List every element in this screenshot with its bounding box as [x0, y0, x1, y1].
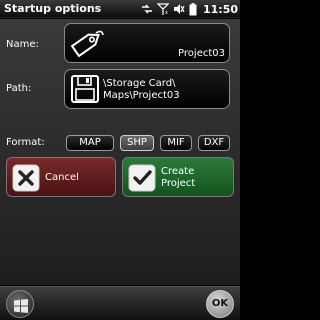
windows-start-icon	[14, 298, 28, 317]
title-bar: Startup options x 11:50	[0, 0, 240, 18]
path-label: Path:	[6, 83, 32, 94]
project-name-value: Project03	[178, 48, 225, 59]
create-label-line-1: Create	[161, 166, 195, 177]
format-option-shp[interactable]: SHP	[120, 135, 154, 151]
path-line-1: \Storage Card\	[103, 78, 176, 89]
name-label: Name:	[6, 39, 39, 50]
windows-start-button[interactable]	[6, 290, 34, 318]
volume-icon	[173, 3, 185, 15]
bottom-bar: OK	[0, 286, 240, 320]
ok-button[interactable]: OK	[206, 290, 234, 318]
path-button[interactable]: \Storage Card\ Maps\Project03	[64, 69, 230, 109]
close-icon	[11, 163, 41, 193]
format-option-mif[interactable]: MIF	[160, 135, 192, 151]
sync-icon	[141, 3, 153, 15]
create-project-button[interactable]: Create Project	[122, 157, 234, 197]
format-label: Format:	[6, 137, 45, 148]
checkmark-icon	[127, 163, 157, 193]
signal-icon: x	[156, 3, 169, 15]
window-title: Startup options	[4, 2, 102, 15]
clock: 11:50	[202, 2, 238, 16]
battery-icon	[189, 2, 197, 16]
name-button[interactable]: Project03	[64, 23, 230, 63]
create-label-line-2: Project	[161, 178, 196, 189]
cancel-label: Cancel	[45, 172, 79, 183]
startup-options-panel: Name: Project03 Path: \Storage Card\ Map	[0, 19, 240, 285]
format-option-dxf[interactable]: DXF	[198, 135, 230, 151]
svg-text:x: x	[165, 10, 168, 15]
status-tray[interactable]: x 11:50	[141, 1, 238, 17]
floppy-disk-icon	[70, 74, 100, 108]
cancel-button[interactable]: Cancel	[6, 157, 116, 197]
tag-icon	[69, 27, 105, 62]
format-option-map[interactable]: MAP	[66, 135, 114, 151]
path-line-2: Maps\Project03	[103, 90, 180, 101]
